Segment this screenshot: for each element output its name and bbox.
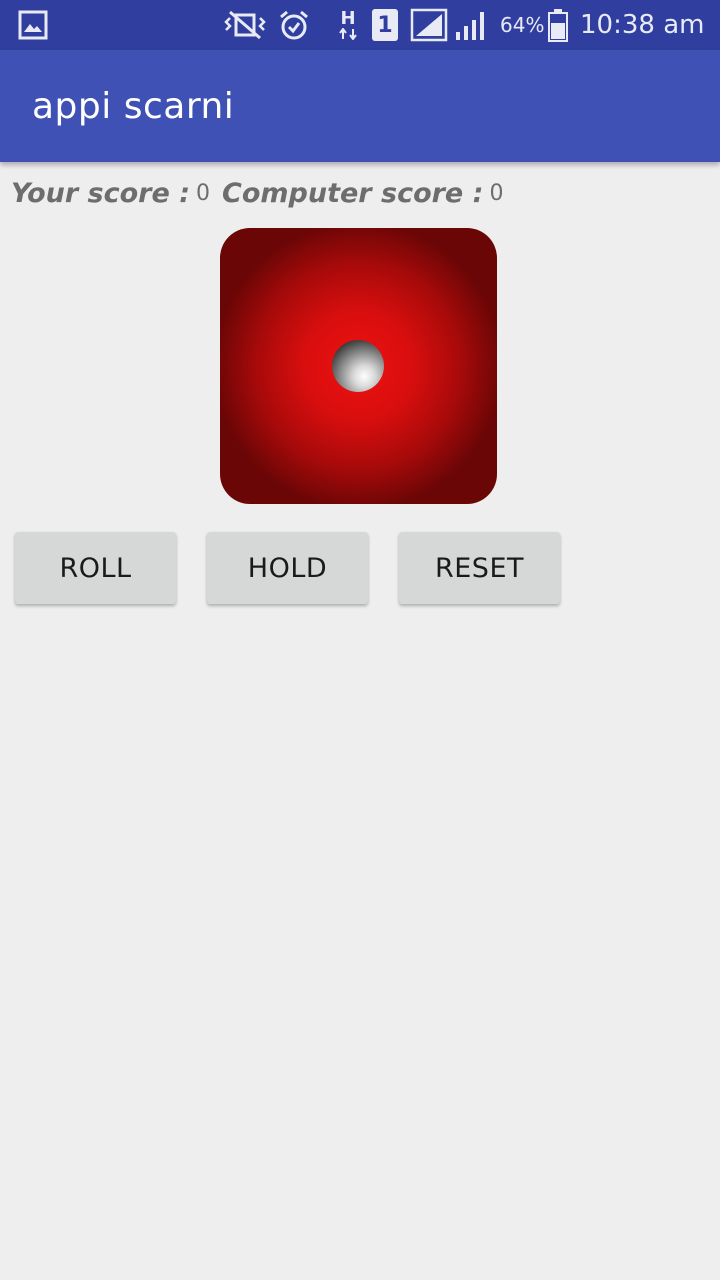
signal-sim1-icon <box>410 0 448 50</box>
alarm-icon <box>278 0 310 50</box>
battery-percent: 64% <box>500 13 545 37</box>
die-pip <box>332 340 384 392</box>
computer-score-label: Computer score : <box>222 177 484 209</box>
battery-icon <box>548 0 568 50</box>
status-bar: H 1 64% 10:38 am <box>0 0 720 50</box>
your-score-value: 0 <box>196 180 211 206</box>
app-title: appi scarni <box>32 86 235 127</box>
hspa-data-icon: H <box>338 0 358 50</box>
app-bar: appi scarni <box>0 50 720 162</box>
roll-button[interactable]: ROLL <box>15 532 176 604</box>
hold-button[interactable]: HOLD <box>207 532 368 604</box>
reset-button[interactable]: RESET <box>399 532 560 604</box>
your-score-label: Your score : <box>11 177 191 209</box>
signal-sim2-icon <box>454 0 490 50</box>
status-time: 10:38 am <box>580 10 705 40</box>
sim1-icon: 1 <box>372 0 398 50</box>
vibrate-mute-icon <box>222 0 268 50</box>
score-line: Your score : 0 Computer score : 0 <box>11 174 515 212</box>
gallery-notification-icon <box>18 0 48 50</box>
computer-score-value: 0 <box>489 180 504 206</box>
